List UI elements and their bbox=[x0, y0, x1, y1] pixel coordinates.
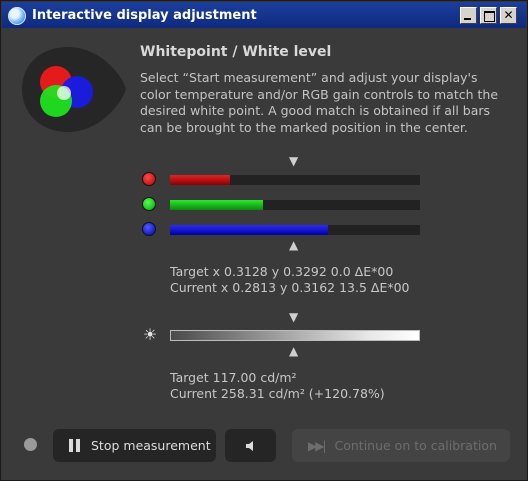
maximize-button[interactable] bbox=[480, 7, 497, 24]
green-gain-fill bbox=[170, 200, 263, 210]
red-gain-fill bbox=[170, 175, 230, 185]
adjustment-window: Interactive display adjustment ✕ Whitepo… bbox=[0, 0, 528, 481]
sound-toggle-button[interactable] bbox=[225, 429, 276, 462]
luminance-bar bbox=[170, 330, 420, 341]
luminance-target: Target 117.00 cd/m² bbox=[170, 370, 297, 385]
whitepoint-target: Target x 0.3128 y 0.3292 0.0 ΔE*00 bbox=[170, 264, 394, 279]
continue-calibration-label: Continue on to calibration bbox=[334, 438, 497, 453]
red-gain-bar bbox=[170, 175, 420, 185]
stop-measurement-button[interactable]: Stop measurement bbox=[53, 429, 216, 462]
minimize-button[interactable] bbox=[460, 7, 477, 24]
luminance-current: Current 258.31 cd/m² (+120.78%) bbox=[170, 386, 385, 401]
continue-calibration-button[interactable]: ▶▶| Continue on to calibration bbox=[292, 429, 510, 462]
arrow-up-icon: ▲ bbox=[289, 344, 299, 358]
arrow-down-icon: ▼ bbox=[289, 310, 299, 324]
fast-forward-icon: ▶▶| bbox=[308, 438, 326, 453]
close-button[interactable]: ✕ bbox=[500, 7, 517, 24]
section-heading: Whitepoint / White level bbox=[140, 44, 332, 60]
whitepoint-current: Current x 0.2813 y 0.3162 13.5 ΔE*00 bbox=[170, 280, 410, 295]
content-area: Whitepoint / White level Select “Start m… bbox=[2, 28, 526, 480]
blue-gain-fill bbox=[170, 225, 328, 235]
pause-icon bbox=[69, 439, 81, 452]
window-title: Interactive display adjustment bbox=[32, 8, 257, 23]
red-channel-icon bbox=[142, 172, 156, 186]
maximize-icon bbox=[481, 8, 496, 23]
luminance-fill bbox=[170, 330, 420, 341]
arrow-up-icon: ▲ bbox=[289, 238, 299, 252]
blue-channel-icon bbox=[142, 222, 156, 236]
green-channel-icon bbox=[142, 197, 156, 211]
stop-measurement-label: Stop measurement bbox=[91, 438, 211, 453]
status-indicator bbox=[24, 438, 37, 451]
close-icon: ✕ bbox=[503, 8, 514, 22]
section-description: Select “Start measurement” and adjust yo… bbox=[140, 70, 499, 135]
rgb-badge-icon bbox=[22, 47, 126, 132]
green-gain-bar bbox=[170, 200, 420, 210]
arrow-down-icon: ▼ bbox=[289, 154, 299, 168]
blue-gain-bar bbox=[170, 225, 420, 235]
app-icon bbox=[8, 7, 26, 25]
minimize-icon bbox=[461, 8, 476, 23]
title-bar[interactable]: Interactive display adjustment ✕ bbox=[2, 2, 526, 28]
speaker-icon bbox=[245, 440, 253, 451]
brightness-icon: ☀ bbox=[142, 325, 158, 344]
